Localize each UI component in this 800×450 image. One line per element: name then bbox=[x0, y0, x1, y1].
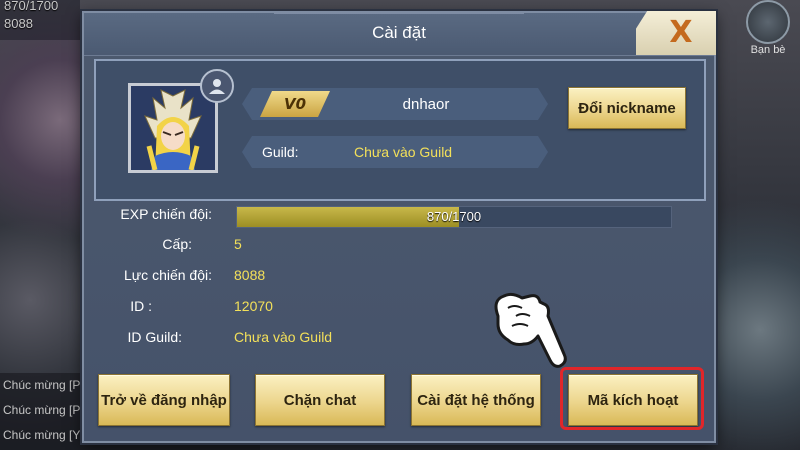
background-exp-counter: 870/1700 bbox=[4, 0, 59, 13]
dialog-title: Cài đặt bbox=[372, 23, 426, 42]
user-icon bbox=[209, 79, 225, 94]
vip-badge: V0 bbox=[260, 91, 330, 117]
exp-text: 870/1700 bbox=[426, 209, 482, 224]
friends-shortcut: Bạn bè bbox=[746, 0, 790, 60]
settings-dialog: Cài đặt X V0 dnhaor Guild: Chưa vào Guil… bbox=[82, 11, 716, 443]
background-power-value: 8088 bbox=[4, 16, 33, 31]
level-label: Cấp: bbox=[162, 236, 192, 252]
system-settings-button[interactable]: Cài đặt hệ thống bbox=[411, 374, 541, 426]
profile-panel: V0 dnhaor Guild: Chưa vào Guild Đổi nick… bbox=[94, 59, 706, 201]
guild-id-label: ID Guild: bbox=[127, 329, 182, 345]
friends-icon bbox=[746, 0, 790, 44]
nickname-text: dnhaor bbox=[402, 96, 450, 113]
power-value: 8088 bbox=[234, 267, 266, 283]
close-icon: X bbox=[669, 15, 693, 50]
guild-id-value: Chưa vào Guild bbox=[234, 329, 333, 345]
activation-code-button[interactable]: Mã kích hoạt bbox=[568, 374, 698, 426]
id-value: 12070 bbox=[234, 298, 273, 314]
power-label: Lực chiến đội: bbox=[124, 267, 212, 283]
exp-label: EXP chiến đội: bbox=[120, 206, 212, 222]
guild-label: Guild: bbox=[262, 144, 299, 160]
block-chat-button[interactable]: Chặn chat bbox=[255, 374, 385, 426]
dialog-header: Cài đặt bbox=[84, 13, 714, 56]
level-value: 5 bbox=[234, 236, 242, 252]
exp-bar: 870/1700 bbox=[236, 206, 672, 228]
friends-label: Bạn bè bbox=[750, 44, 786, 56]
close-button[interactable]: X bbox=[636, 11, 716, 55]
guild-value: Chưa vào Guild bbox=[354, 144, 453, 160]
change-nickname-button[interactable]: Đổi nickname bbox=[568, 87, 686, 129]
id-label: ID : bbox=[130, 298, 152, 314]
avatar-portrait-icon bbox=[131, 86, 215, 170]
change-avatar-button[interactable] bbox=[200, 69, 234, 103]
back-to-login-button[interactable]: Trở về đăng nhập bbox=[98, 374, 230, 426]
